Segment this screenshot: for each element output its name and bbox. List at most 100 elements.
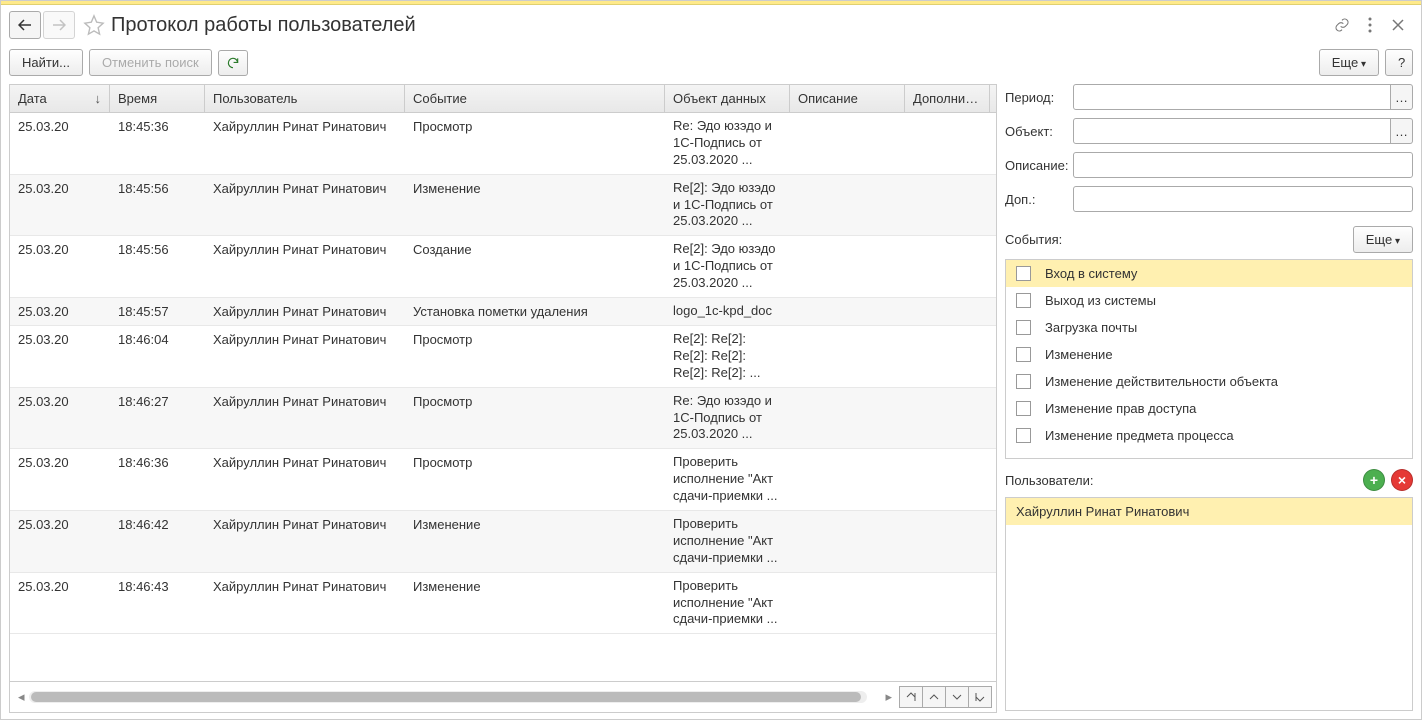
extra-label: Доп.: xyxy=(1005,192,1073,207)
cell-object: Проверить исполнение "Акт сдачи-приемки … xyxy=(665,573,790,634)
event-checklist-item[interactable]: Загрузка почты xyxy=(1006,314,1412,341)
column-header-event[interactable]: Событие xyxy=(405,85,665,112)
hscroll-left-icon[interactable]: ◂ xyxy=(14,689,29,705)
event-checklist-item[interactable]: Изменение прав доступа xyxy=(1006,395,1412,422)
checkbox-icon[interactable] xyxy=(1016,293,1031,308)
cell-extra xyxy=(905,175,990,236)
cell-date: 25.03.20 xyxy=(10,326,110,387)
goto-last-button[interactable] xyxy=(968,686,992,708)
hscroll-right-icon[interactable]: ▸ xyxy=(877,689,900,705)
favorite-star-icon[interactable] xyxy=(83,14,105,36)
cell-description xyxy=(790,511,905,572)
cell-event: Изменение xyxy=(405,573,665,634)
period-input[interactable] xyxy=(1073,84,1391,110)
checkbox-icon[interactable] xyxy=(1016,374,1031,389)
cell-date: 25.03.20 xyxy=(10,298,110,325)
cancel-search-button[interactable]: Отменить поиск xyxy=(89,49,212,76)
column-header-object[interactable]: Объект данных xyxy=(665,85,790,112)
add-user-button[interactable]: + xyxy=(1363,469,1385,491)
cell-description xyxy=(790,449,905,510)
goto-first-button[interactable] xyxy=(899,686,923,708)
checkbox-icon[interactable] xyxy=(1016,266,1031,281)
extra-input[interactable] xyxy=(1073,186,1413,212)
link-icon[interactable] xyxy=(1333,16,1351,34)
table-row[interactable]: 25.03.2018:46:27Хайруллин Ринат Ринатови… xyxy=(10,388,996,450)
column-header-description[interactable]: Описание xyxy=(790,85,905,112)
users-list: Хайруллин Ринат Ринатович xyxy=(1005,497,1413,711)
checkbox-icon[interactable] xyxy=(1016,320,1031,335)
column-header-time[interactable]: Время xyxy=(110,85,205,112)
column-header-extra[interactable]: Дополнител xyxy=(905,85,990,112)
find-button[interactable]: Найти... xyxy=(9,49,83,76)
cell-date: 25.03.20 xyxy=(10,511,110,572)
table-row[interactable]: 25.03.2018:45:36Хайруллин Ринат Ринатови… xyxy=(10,113,996,175)
table-row[interactable]: 25.03.2018:46:42Хайруллин Ринат Ринатови… xyxy=(10,511,996,573)
close-icon[interactable] xyxy=(1389,16,1407,34)
cell-user: Хайруллин Ринат Ринатович xyxy=(205,175,405,236)
nav-forward-button[interactable] xyxy=(43,11,75,39)
description-input[interactable] xyxy=(1073,152,1413,178)
event-checklist-item[interactable]: Изменение предмета процесса xyxy=(1006,422,1412,449)
cell-extra xyxy=(905,236,990,297)
table-row[interactable]: 25.03.2018:45:57Хайруллин Ринат Ринатови… xyxy=(10,298,996,326)
cell-event: Просмотр xyxy=(405,326,665,387)
column-header-user[interactable]: Пользователь xyxy=(205,85,405,112)
description-label: Описание: xyxy=(1005,158,1073,173)
cell-date: 25.03.20 xyxy=(10,113,110,174)
events-section-label: События: xyxy=(1005,232,1062,247)
more-button[interactable]: Еще xyxy=(1319,49,1379,76)
cell-event: Создание xyxy=(405,236,665,297)
table-row[interactable]: 25.03.2018:46:36Хайруллин Ринат Ринатови… xyxy=(10,449,996,511)
cell-object: logo_1c-kpd_doc xyxy=(665,298,790,325)
period-ellipsis-button[interactable]: … xyxy=(1391,84,1413,110)
cell-description xyxy=(790,113,905,174)
event-checklist-item[interactable]: Изменение действительности объекта xyxy=(1006,368,1412,395)
user-list-item[interactable]: Хайруллин Ринат Ринатович xyxy=(1006,498,1412,525)
cell-description xyxy=(790,175,905,236)
table-row[interactable]: 25.03.2018:46:43Хайруллин Ринат Ринатови… xyxy=(10,573,996,635)
table-row[interactable]: 25.03.2018:45:56Хайруллин Ринат Ринатови… xyxy=(10,175,996,237)
events-table: Дата Время Пользователь Событие Объект д… xyxy=(9,84,997,713)
cell-object: Проверить исполнение "Акт сдачи-приемки … xyxy=(665,511,790,572)
remove-user-button[interactable]: × xyxy=(1391,469,1413,491)
table-row[interactable]: 25.03.2018:46:04Хайруллин Ринат Ринатови… xyxy=(10,326,996,388)
event-checklist-item[interactable]: Выход из системы xyxy=(1006,287,1412,314)
checkbox-icon[interactable] xyxy=(1016,428,1031,443)
cell-time: 18:45:56 xyxy=(110,236,205,297)
cell-user: Хайруллин Ринат Ринатович xyxy=(205,388,405,449)
cell-description xyxy=(790,326,905,387)
object-input[interactable] xyxy=(1073,118,1391,144)
cell-extra xyxy=(905,511,990,572)
cell-time: 18:45:36 xyxy=(110,113,205,174)
cell-object: Re: Эдо юзэдо и 1С-Подпись от 25.03.2020… xyxy=(665,113,790,174)
nav-back-button[interactable] xyxy=(9,11,41,39)
cell-extra xyxy=(905,298,990,325)
goto-down-button[interactable] xyxy=(945,686,969,708)
goto-up-button[interactable] xyxy=(922,686,946,708)
events-more-button[interactable]: Еще xyxy=(1353,226,1413,253)
cell-date: 25.03.20 xyxy=(10,449,110,510)
cell-time: 18:46:43 xyxy=(110,573,205,634)
column-header-date[interactable]: Дата xyxy=(10,85,110,112)
table-row[interactable]: 25.03.2018:45:56Хайруллин Ринат Ринатови… xyxy=(10,236,996,298)
cell-user: Хайруллин Ринат Ринатович xyxy=(205,298,405,325)
checkbox-icon[interactable] xyxy=(1016,347,1031,362)
cell-extra xyxy=(905,388,990,449)
cell-description xyxy=(790,388,905,449)
event-checklist-item[interactable]: Изменение xyxy=(1006,341,1412,368)
cell-event: Изменение xyxy=(405,175,665,236)
checkbox-icon[interactable] xyxy=(1016,401,1031,416)
cell-object: Re[2]: Re[2]: Re[2]: Re[2]: Re[2]: Re[2]… xyxy=(665,326,790,387)
cell-extra xyxy=(905,326,990,387)
cell-time: 18:46:42 xyxy=(110,511,205,572)
object-ellipsis-button[interactable]: … xyxy=(1391,118,1413,144)
help-button[interactable]: ? xyxy=(1385,49,1413,76)
kebab-menu-icon[interactable] xyxy=(1361,16,1379,34)
events-checklist: Вход в системуВыход из системыЗагрузка п… xyxy=(1005,259,1413,459)
object-label: Объект: xyxy=(1005,124,1073,139)
users-section-label: Пользователи: xyxy=(1005,473,1093,488)
refresh-button[interactable] xyxy=(218,50,248,76)
event-checklist-item[interactable]: Вход в систему xyxy=(1006,260,1412,287)
horizontal-scrollbar[interactable] xyxy=(29,691,868,703)
cell-user: Хайруллин Ринат Ринатович xyxy=(205,449,405,510)
